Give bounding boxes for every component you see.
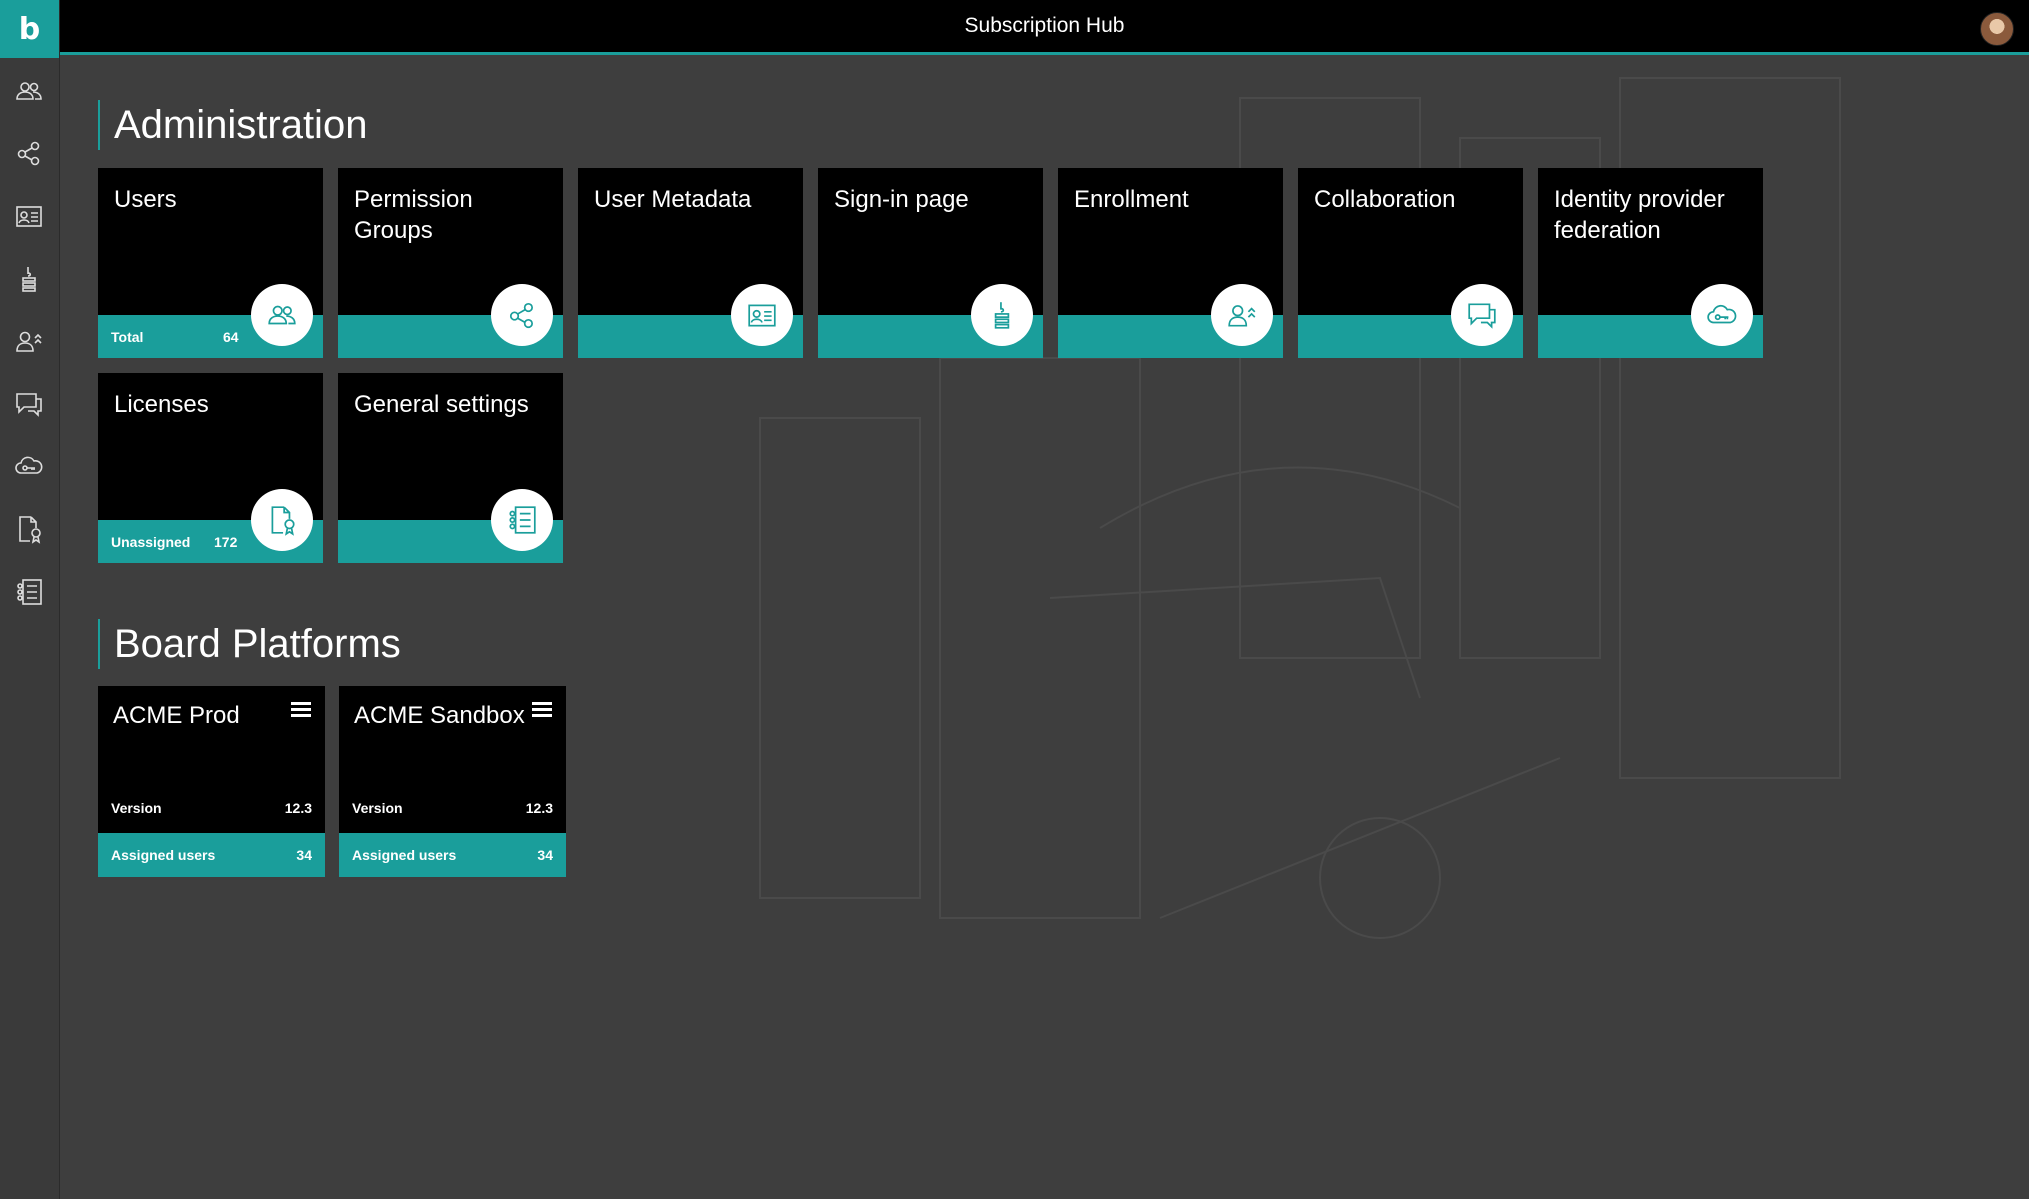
- sidebar-item-general-settings[interactable]: [12, 577, 46, 607]
- hamburger-menu-icon[interactable]: [291, 702, 311, 718]
- tile-general-settings[interactable]: General settings: [338, 373, 563, 563]
- tile-title: Sign-in page: [834, 186, 969, 213]
- id-card-icon: [16, 206, 42, 227]
- settings-list-icon: [509, 506, 536, 534]
- share-nodes-icon: [17, 141, 40, 166]
- user-enroll-icon: [16, 331, 42, 352]
- platform-version-row: Version 12.3: [352, 800, 553, 816]
- platform-footer: Assigned users 34: [98, 833, 325, 877]
- tile-users[interactable]: Users Total 64: [98, 168, 323, 358]
- sign-in-icon: [22, 267, 36, 292]
- licenses-unassigned-label: Unassigned: [111, 534, 191, 550]
- user-avatar[interactable]: [1980, 12, 2014, 46]
- tile-title: Collaboration: [1314, 186, 1456, 213]
- tile-icon-badge: [491, 489, 553, 551]
- hamburger-menu-icon[interactable]: [532, 702, 552, 718]
- assigned-users-label: Assigned users: [352, 847, 457, 863]
- users-icon: [16, 82, 42, 100]
- platform-card-acme-sandbox[interactable]: ACME Sandbox Version 12.3 Assigned users…: [339, 686, 566, 877]
- sidebar-item-permission-groups[interactable]: [12, 138, 46, 168]
- assigned-users-value: 34: [537, 847, 553, 863]
- sidebar-item-enrollment[interactable]: [12, 326, 46, 356]
- tile-icon-badge: [251, 489, 313, 551]
- platform-footer: Assigned users 34: [339, 833, 566, 877]
- sidebar-item-licenses[interactable]: [12, 514, 46, 544]
- tile-icon-badge: [1451, 284, 1513, 346]
- tile-title: Enrollment: [1074, 186, 1189, 213]
- version-value: 12.3: [525, 800, 553, 816]
- tile-permission-groups[interactable]: Permission Groups: [338, 168, 563, 358]
- version-label: Version: [111, 800, 162, 816]
- tile-title: Identity provider federation: [1554, 186, 1725, 244]
- tile-icon-badge: [491, 284, 553, 346]
- tile-icon-badge: [731, 284, 793, 346]
- version-value: 12.3: [284, 800, 312, 816]
- logo-letter: b: [18, 11, 41, 47]
- sidebar: b: [0, 0, 60, 1199]
- tile-user-metadata[interactable]: User Metadata: [578, 168, 803, 358]
- users-icon: [268, 305, 296, 325]
- tile-title: User Metadata: [594, 186, 752, 213]
- cloud-key-icon: [15, 456, 43, 474]
- sign-in-icon: [994, 302, 1010, 329]
- app-title: Subscription Hub: [964, 14, 1125, 37]
- tile-enrollment[interactable]: Enrollment: [1058, 168, 1283, 358]
- tile-identity-provider-federation[interactable]: Identity provider federation: [1538, 168, 1763, 358]
- tile-licenses[interactable]: Licenses Unassigned 172: [98, 373, 323, 563]
- version-label: Version: [352, 800, 403, 816]
- chat-icon: [16, 393, 42, 417]
- app-logo[interactable]: b: [0, 0, 59, 58]
- assigned-users-value: 34: [296, 847, 312, 863]
- tile-icon-badge: [251, 284, 313, 346]
- tile-icon-badge: [971, 284, 1033, 346]
- license-icon: [271, 506, 295, 536]
- sidebar-item-collaboration[interactable]: [12, 389, 46, 419]
- sidebar-item-users[interactable]: [12, 76, 46, 106]
- sidebar-item-identity-provider[interactable]: [12, 451, 46, 481]
- tile-title: General settings: [354, 391, 529, 418]
- tile-sign-in-page[interactable]: Sign-in page: [818, 168, 1043, 358]
- board-platforms-heading: Board Platforms: [98, 619, 401, 669]
- share-nodes-icon: [509, 302, 533, 329]
- user-enroll-icon: [1228, 305, 1256, 327]
- administration-heading: Administration: [98, 100, 367, 150]
- users-total-value: 64: [223, 329, 239, 345]
- platform-title: ACME Prod: [113, 702, 240, 729]
- tile-collaboration[interactable]: Collaboration: [1298, 168, 1523, 358]
- cloud-key-icon: [1707, 304, 1737, 324]
- sidebar-item-sign-in-page[interactable]: [12, 264, 46, 294]
- tile-icon-badge: [1211, 284, 1273, 346]
- platform-version-row: Version 12.3: [111, 800, 312, 816]
- users-total-label: Total: [111, 329, 144, 345]
- chat-icon: [1468, 303, 1496, 329]
- tile-title: Licenses: [114, 391, 209, 418]
- platform-card-acme-prod[interactable]: ACME Prod Version 12.3 Assigned users 34: [98, 686, 325, 877]
- platform-title: ACME Sandbox: [354, 702, 525, 729]
- id-card-icon: [748, 304, 776, 327]
- license-icon: [19, 516, 41, 544]
- sidebar-item-user-metadata[interactable]: [12, 201, 46, 231]
- assigned-users-label: Assigned users: [111, 847, 216, 863]
- top-bar: Subscription Hub: [60, 0, 2029, 55]
- licenses-unassigned-value: 172: [214, 534, 238, 550]
- settings-list-icon: [17, 579, 42, 605]
- tile-title: Permission Groups: [354, 186, 473, 244]
- tile-icon-badge: [1691, 284, 1753, 346]
- tile-title: Users: [114, 186, 177, 213]
